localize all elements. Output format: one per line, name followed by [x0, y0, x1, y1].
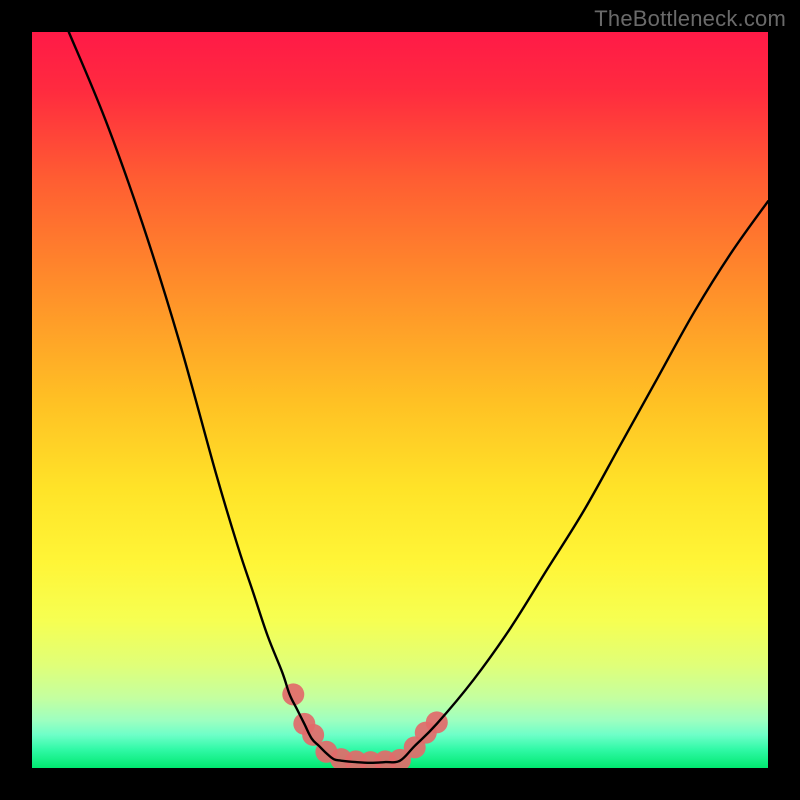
chart-frame: TheBottleneck.com [0, 0, 800, 800]
v-curve [69, 32, 768, 763]
trough-markers [282, 683, 448, 768]
plot-area [32, 32, 768, 768]
curve-layer [32, 32, 768, 768]
watermark-text: TheBottleneck.com [594, 6, 786, 32]
